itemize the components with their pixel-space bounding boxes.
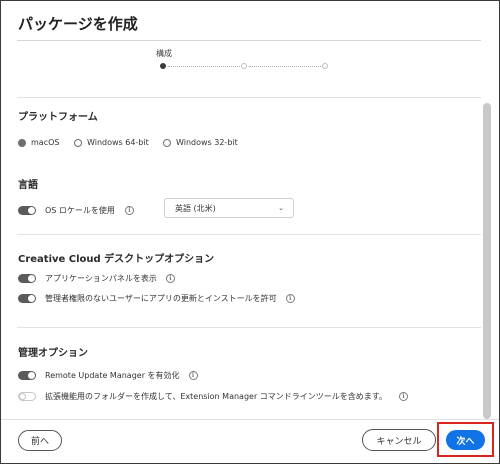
cc-desktop-title: Creative Cloud デスクトップオプション	[18, 254, 215, 265]
os-locale-toggle[interactable]	[18, 206, 36, 215]
radio-button-icon	[18, 138, 26, 147]
info-icon[interactable]: i	[124, 206, 134, 215]
non-admin-update-row: 管理者権限のないユーザーにアプリの更新とインストールを許可 i	[18, 293, 295, 304]
radio-label: Windows 32-bit	[176, 138, 238, 147]
info-icon[interactable]: i	[285, 294, 295, 303]
app-panel-toggle[interactable]	[18, 274, 36, 283]
package-dialog: パッケージを作成 構成 プラットフォーム macOS Windows 64-bi…	[0, 0, 500, 464]
radio-button-icon	[74, 138, 82, 147]
step-connector	[168, 66, 240, 67]
extension-folder-toggle[interactable]	[18, 392, 36, 401]
scrollbar-thumb[interactable]	[483, 103, 491, 419]
radio-windows-32[interactable]: Windows 32-bit	[163, 138, 238, 147]
step-label: 構成	[156, 49, 172, 58]
scrollbar[interactable]	[483, 41, 491, 419]
management-title: 管理オプション	[18, 348, 88, 359]
prev-button[interactable]: 前へ	[18, 430, 62, 451]
section-divider	[17, 97, 481, 98]
radio-macos[interactable]: macOS	[18, 138, 59, 147]
step-dot-1	[160, 63, 166, 69]
step-dot-2	[241, 63, 247, 69]
rum-label: Remote Update Manager を有効化	[45, 371, 180, 380]
non-admin-update-toggle[interactable]	[18, 294, 36, 303]
chevron-down-icon: ⌄	[278, 204, 284, 212]
rum-row: Remote Update Manager を有効化 i	[18, 370, 198, 381]
extension-folder-row: 拡張機能用のフォルダーを作成して、Extension Manager コマンドラ…	[18, 391, 408, 402]
step-connector	[249, 66, 321, 67]
info-icon[interactable]: i	[398, 392, 408, 401]
os-locale-label: OS ロケールを使用	[45, 206, 115, 215]
radio-label: Windows 64-bit	[87, 138, 149, 147]
platform-title: プラットフォーム	[18, 112, 98, 123]
cancel-button[interactable]: キャンセル	[362, 429, 436, 451]
extension-folder-label: 拡張機能用のフォルダーを作成して、Extension Manager コマンドラ…	[45, 392, 387, 401]
language-select-value: 英語 (北米)	[175, 203, 216, 213]
app-panel-label: アプリケーションパネルを表示	[45, 274, 157, 283]
app-panel-row: アプリケーションパネルを表示 i	[18, 273, 175, 284]
radio-button-icon	[163, 138, 171, 147]
language-select[interactable]: 英語 (北米) ⌄	[164, 198, 294, 218]
section-divider	[17, 234, 481, 235]
radio-windows-64[interactable]: Windows 64-bit	[74, 138, 149, 147]
dialog-content: 構成 プラットフォーム macOS Windows 64-bit Windows…	[1, 41, 483, 419]
section-divider	[17, 327, 481, 328]
next-button-highlight	[437, 422, 494, 457]
info-icon[interactable]: i	[188, 371, 198, 380]
info-icon[interactable]: i	[165, 274, 175, 283]
step-dot-3	[322, 63, 328, 69]
non-admin-update-label: 管理者権限のないユーザーにアプリの更新とインストールを許可	[45, 294, 277, 303]
rum-toggle[interactable]	[18, 371, 36, 380]
language-title: 言語	[18, 180, 38, 191]
os-locale-row: OS ロケールを使用 i	[18, 205, 134, 216]
dialog-title: パッケージを作成	[18, 15, 138, 33]
radio-label: macOS	[31, 138, 60, 147]
footer-divider	[1, 419, 499, 420]
